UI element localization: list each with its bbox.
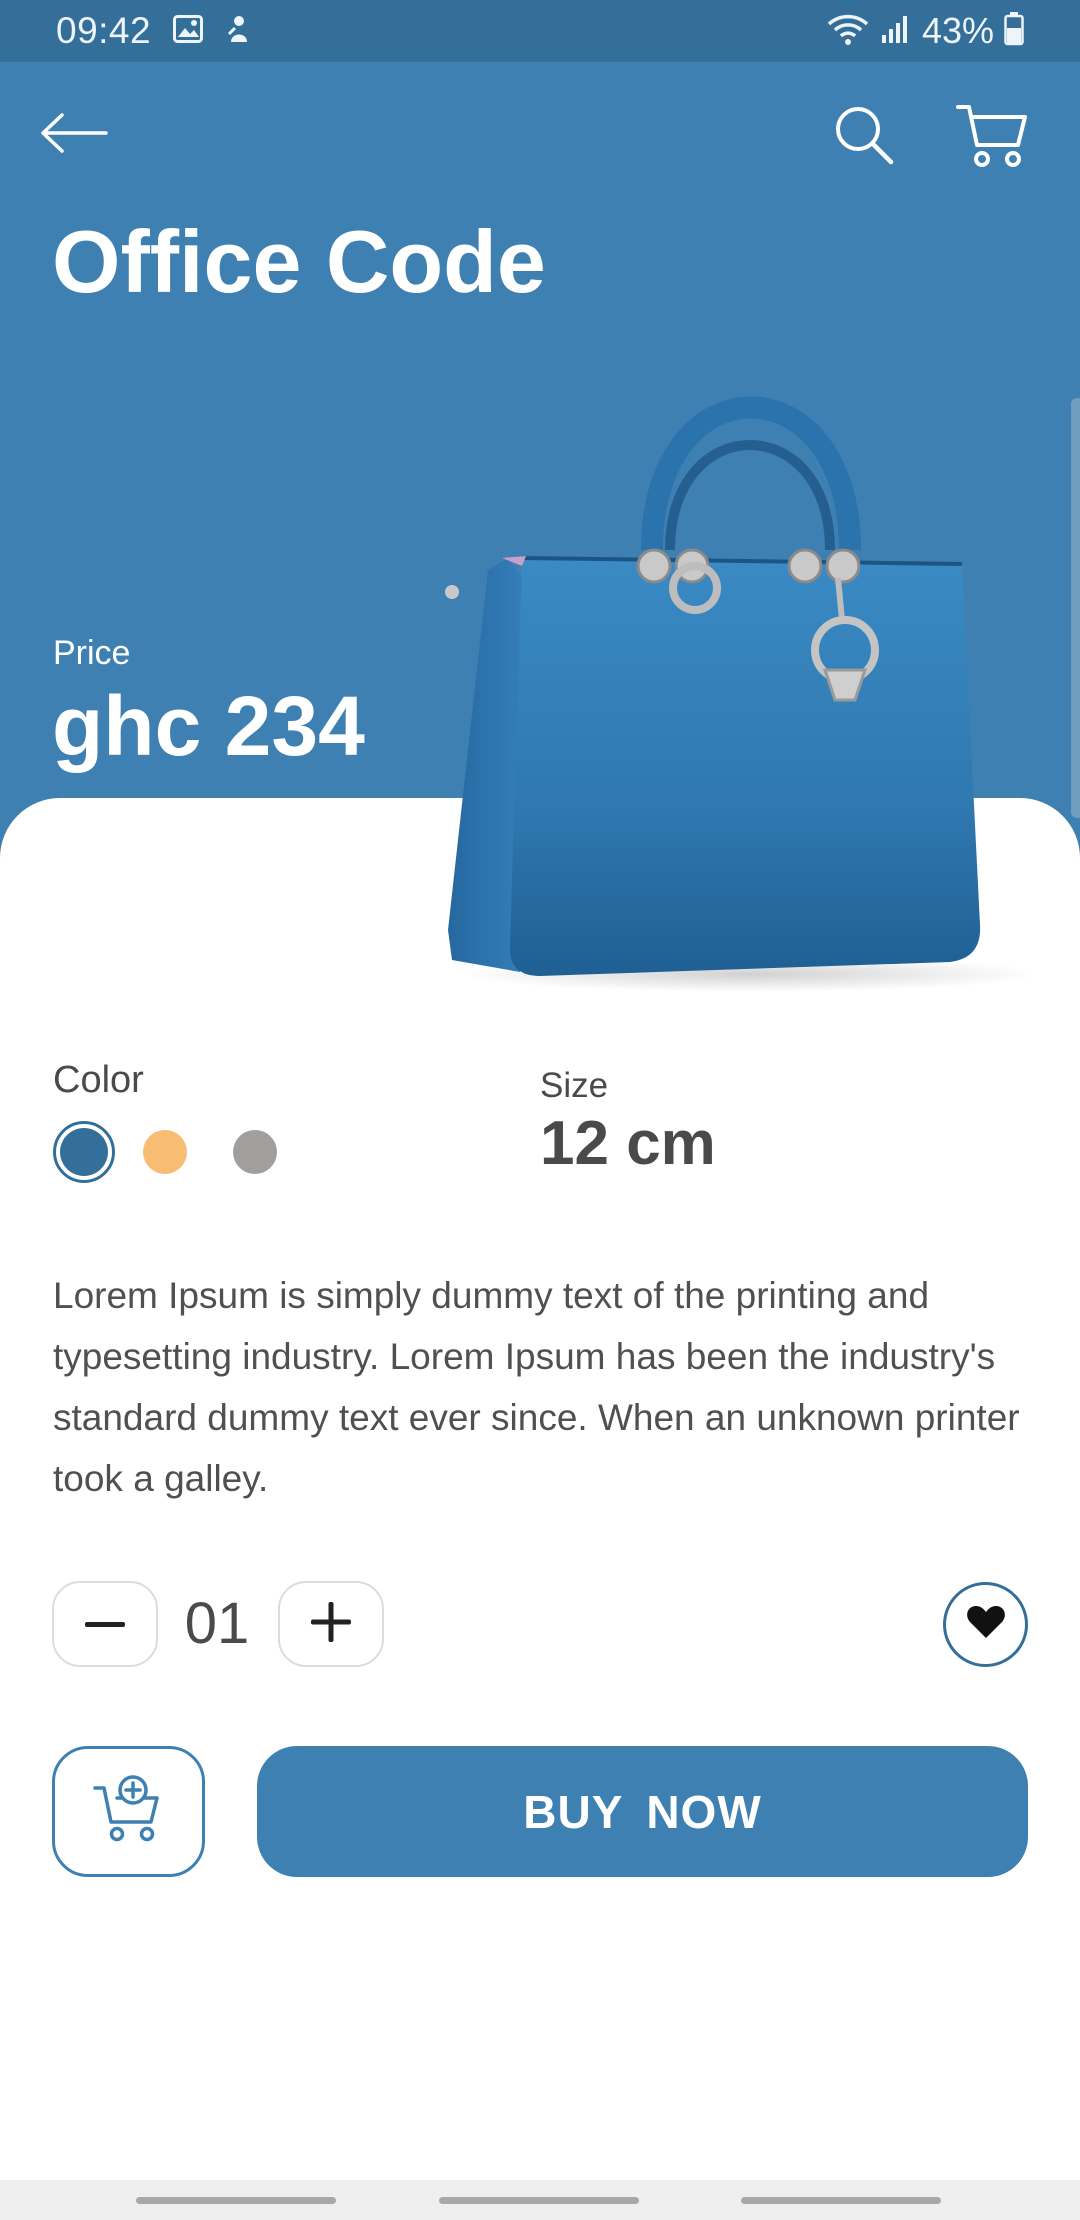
cart-icon [956,101,1028,174]
back-button[interactable] [36,95,112,175]
product-title: Office Code [52,212,546,311]
minus-icon [85,1615,125,1633]
color-swatch-orange[interactable] [143,1130,187,1174]
battery-icon [1004,11,1024,51]
search-button[interactable] [826,97,902,177]
color-swatch-blue-fill [60,1128,108,1176]
quantity-value: 01 [184,1591,250,1656]
heart-icon [966,1604,1006,1645]
color-swatch-blue[interactable] [53,1121,115,1183]
quantity-decrease-button[interactable] [52,1581,158,1667]
price-label: Price [53,634,131,672]
search-icon [833,104,895,171]
status-left: 09:42 [56,0,253,62]
scroll-indicator [1071,398,1080,818]
cart-button[interactable] [950,97,1034,177]
price-value: ghc 234 [52,679,365,773]
product-image [430,370,1040,1010]
product-detail-screen: 09:42 43% Office Code Price ghc 234 Colo… [0,0,1080,2220]
quantity-increase-button[interactable] [278,1581,384,1667]
buy-now-button[interactable]: BUY NOW [257,1746,1028,1877]
status-time: 09:42 [56,10,152,51]
size-value: 12 cm [540,1109,716,1178]
signal-icon [880,13,912,50]
gallery-icon [173,14,204,48]
battery-percent: 43% [921,10,994,51]
color-swatch-grey[interactable] [233,1130,277,1174]
product-description: Lorem Ipsum is simply dummy text of the … [53,1275,1020,1499]
color-label: Color [53,1059,144,1101]
status-right: 43% [826,0,1024,62]
person-notification-icon [225,14,253,49]
status-bar: 09:42 43% [0,0,1080,62]
color-swatches [53,1121,277,1183]
add-to-cart-button[interactable] [52,1746,205,1877]
wifi-icon [826,12,870,51]
plus-icon [311,1601,351,1647]
nav-recent-pill[interactable] [136,2197,336,2204]
nav-home-pill[interactable] [439,2197,639,2204]
system-nav-bar [0,2180,1080,2220]
size-label: Size [540,1066,609,1105]
cart-add-icon [92,1774,165,1849]
nav-back-pill[interactable] [741,2197,941,2204]
details-sheet [0,798,1080,2220]
favorite-button[interactable] [943,1582,1028,1667]
arrow-left-icon [40,112,108,158]
